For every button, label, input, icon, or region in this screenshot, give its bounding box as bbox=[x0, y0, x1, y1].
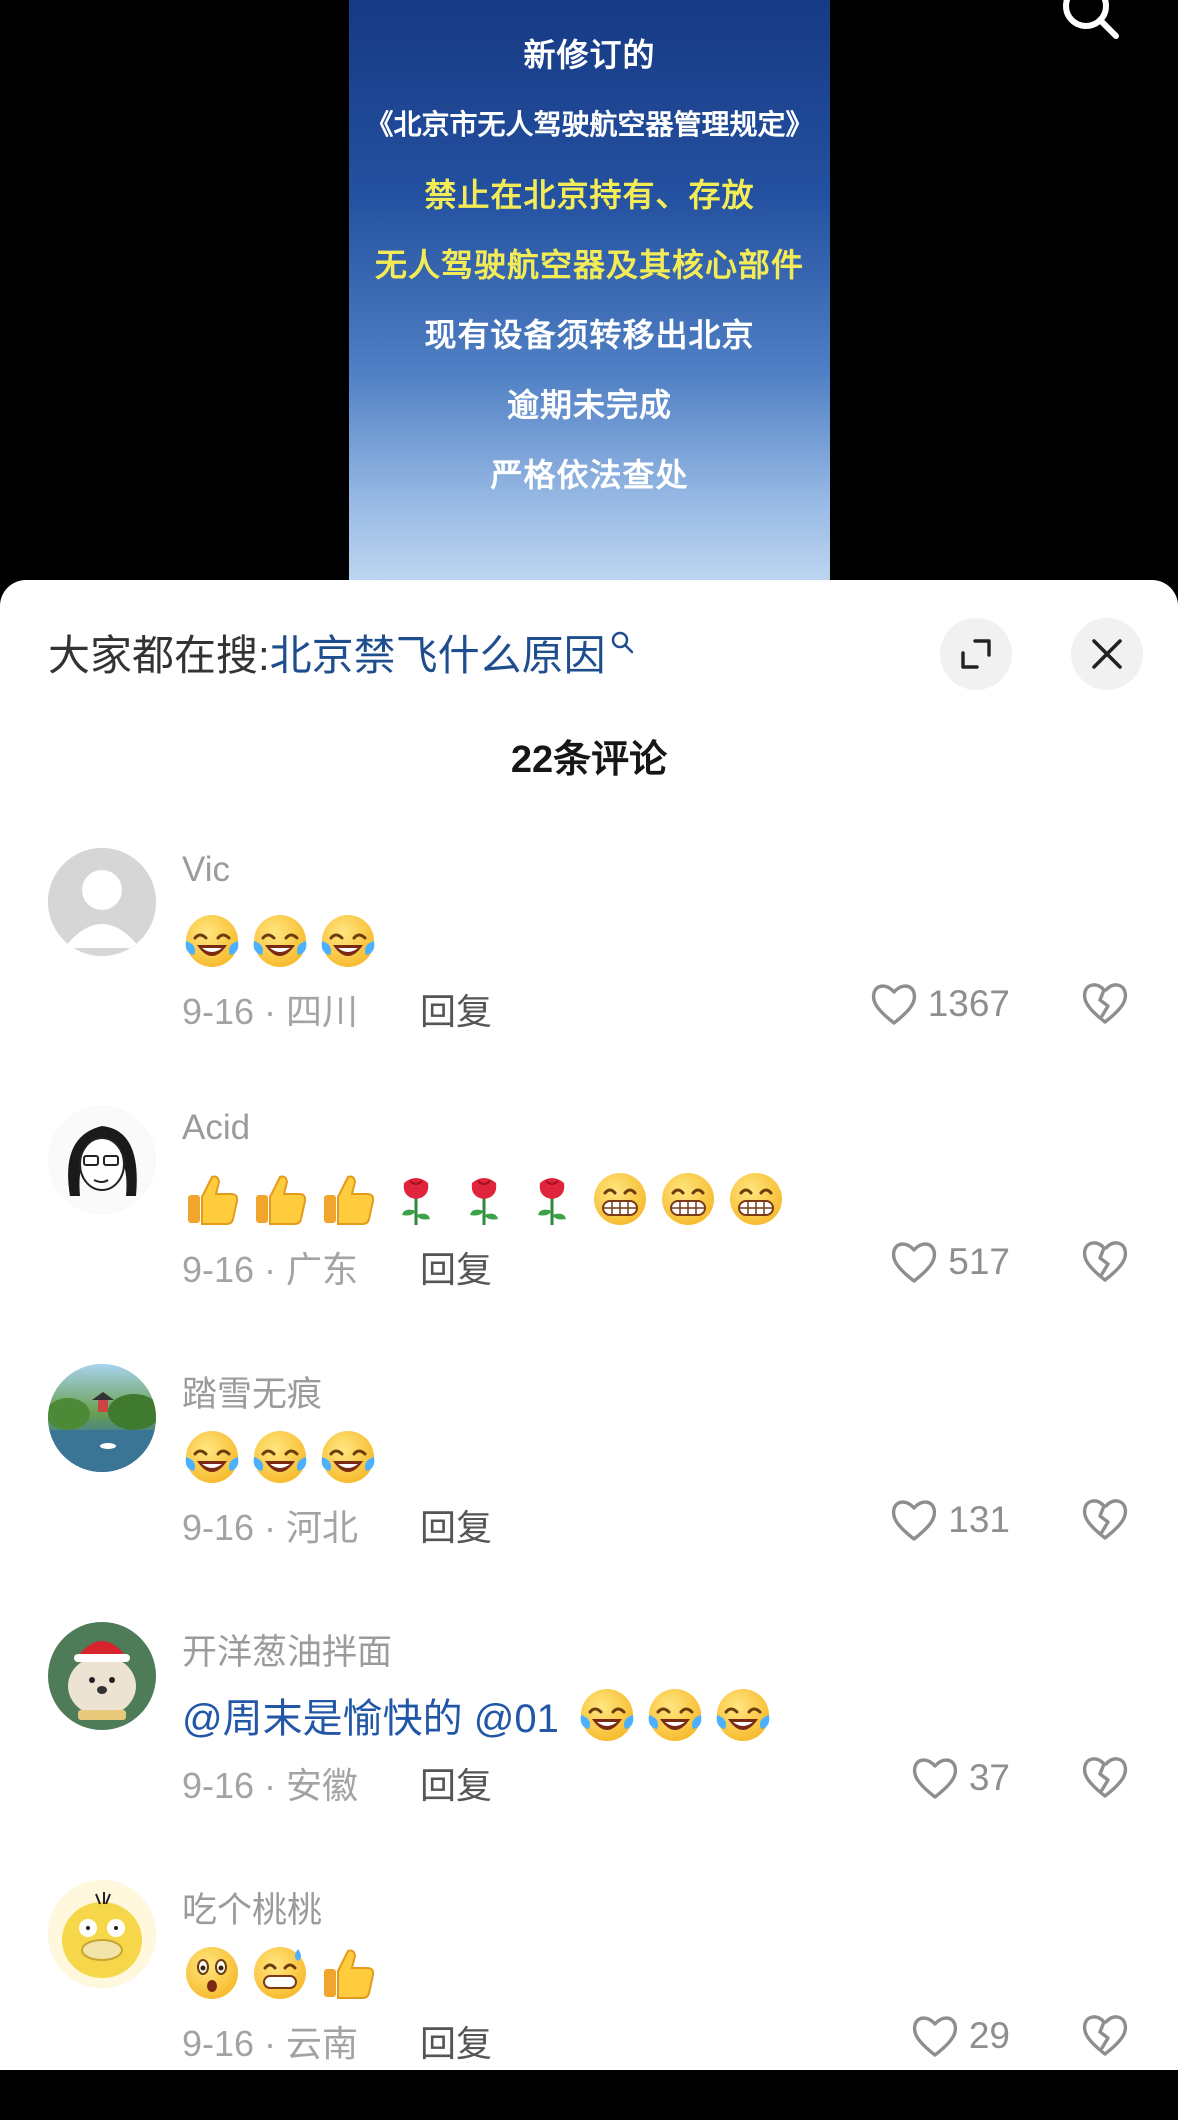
laugh-cry-emoji-icon bbox=[185, 1431, 239, 1483]
like-button[interactable]: 1367 bbox=[870, 978, 1010, 1030]
close-button[interactable] bbox=[1071, 618, 1143, 690]
hot-search-bar[interactable]: 大家都在搜:北京禁飞什么原因 bbox=[48, 628, 634, 684]
expand-button[interactable] bbox=[940, 618, 1012, 690]
like-count: 37 bbox=[968, 1757, 1010, 1798]
like-button[interactable]: 131 bbox=[890, 1494, 1010, 1546]
comment-body: @周末是愉快的 @01 bbox=[182, 1680, 773, 1750]
comment-meta: 9-16 · 云南 bbox=[182, 2023, 359, 2064]
comment-body bbox=[182, 1938, 378, 2008]
laugh-cry-emoji-icon bbox=[253, 1431, 307, 1483]
hot-search-term[interactable]: 北京禁飞什么原因 bbox=[270, 632, 606, 679]
close-icon bbox=[1092, 639, 1122, 669]
laugh-cry-emoji-icon bbox=[185, 915, 239, 967]
comment-author[interactable]: Acid bbox=[182, 1108, 250, 1148]
poster-line: 新修订的 bbox=[523, 36, 656, 74]
comment-meta: 9-16 · 河北 bbox=[182, 1507, 359, 1548]
broken-heart-icon[interactable] bbox=[1080, 978, 1130, 1028]
thumbs-up-emoji-icon bbox=[324, 1949, 375, 1999]
video-player[interactable]: 新修订的 《北京市无人驾驶航空器管理规定》 禁止在北京持有、存放 无人驾驶航空器… bbox=[0, 0, 1178, 600]
reply-button[interactable]: 回复 bbox=[420, 1757, 492, 1809]
avatar[interactable] bbox=[48, 1106, 156, 1214]
heart-icon bbox=[912, 1758, 957, 1799]
laugh-cry-emoji-icon bbox=[580, 1689, 634, 1741]
comment-meta: 9-16 · 四川 bbox=[182, 991, 359, 1032]
avatar[interactable] bbox=[48, 1364, 156, 1472]
avatar[interactable] bbox=[48, 1622, 156, 1730]
broken-heart-icon[interactable] bbox=[1080, 1494, 1130, 1544]
avatar[interactable] bbox=[48, 1880, 156, 1988]
comment-item[interactable]: 吃个桃桃 9-16 · 云南 回复 29 bbox=[0, 1880, 1178, 2120]
thumbs-up-emoji-icon bbox=[324, 1175, 375, 1225]
comment-count: 22条评论 bbox=[510, 739, 668, 781]
poster-line: 无人驾驶航空器及其核心部件 bbox=[374, 246, 804, 284]
grin-emoji-icon bbox=[730, 1173, 782, 1225]
hot-search-label: 大家都在搜: bbox=[48, 632, 270, 679]
comment-item[interactable]: 踏雪无痕 9-16 · 河北 回复 131 bbox=[0, 1364, 1178, 1604]
poster-line: 现有设备须转移出北京 bbox=[424, 316, 755, 354]
comment-author[interactable]: Vic bbox=[182, 850, 230, 890]
reply-button[interactable]: 回复 bbox=[420, 983, 492, 1035]
laugh-cry-emoji-icon bbox=[716, 1689, 770, 1741]
video-poster: 新修订的 《北京市无人驾驶航空器管理规定》 禁止在北京持有、存放 无人驾驶航空器… bbox=[349, 0, 830, 600]
thumbs-up-emoji-icon bbox=[188, 1175, 239, 1225]
laugh-cry-emoji-icon bbox=[648, 1689, 702, 1741]
heart-icon bbox=[871, 984, 916, 1025]
heart-icon bbox=[912, 2016, 957, 2057]
broken-heart-icon[interactable] bbox=[1080, 1752, 1130, 1802]
landscape-avatar-icon bbox=[48, 1364, 156, 1472]
broken-heart-icon[interactable] bbox=[1080, 2010, 1130, 2060]
search-icon bbox=[611, 631, 633, 654]
comment-body bbox=[182, 1422, 378, 1492]
comment-item[interactable]: 开洋葱油拌面 @周末是愉快的 @01 9-16 · 安徽 回复 37 bbox=[0, 1622, 1178, 1862]
comment-meta: 9-16 · 安徽 bbox=[182, 1765, 359, 1806]
rose-emoji-icon bbox=[538, 1178, 566, 1225]
like-button[interactable]: 29 bbox=[911, 2010, 1010, 2062]
laugh-cry-emoji-icon bbox=[321, 1431, 375, 1483]
like-count: 131 bbox=[948, 1499, 1010, 1540]
like-count: 29 bbox=[968, 2015, 1010, 2056]
grin-emoji-icon bbox=[662, 1173, 714, 1225]
like-button[interactable]: 37 bbox=[911, 1752, 1010, 1804]
reply-button[interactable]: 回复 bbox=[420, 1499, 492, 1551]
reply-button[interactable]: 回复 bbox=[420, 2015, 492, 2067]
sweat-grin-emoji-icon bbox=[254, 1947, 306, 1999]
grin-emoji-icon bbox=[594, 1173, 646, 1225]
surprised-emoji-icon bbox=[186, 1947, 238, 1999]
comment-body bbox=[182, 1164, 786, 1234]
like-count: 517 bbox=[948, 1241, 1010, 1282]
comment-author[interactable]: 开洋葱油拌面 bbox=[182, 1624, 392, 1675]
comment-author[interactable]: 踏雪无痕 bbox=[182, 1366, 322, 1417]
like-button[interactable]: 517 bbox=[890, 1236, 1010, 1288]
christmas-dog-avatar-icon bbox=[48, 1622, 156, 1730]
laugh-cry-emoji-icon bbox=[253, 915, 307, 967]
comment-mention[interactable]: @周末是愉快的 @01 bbox=[182, 1686, 559, 1744]
heart-icon bbox=[892, 1242, 937, 1283]
poster-line: 《北京市无人驾驶航空器管理规定》 bbox=[365, 108, 814, 141]
comment-item[interactable]: Acid 9-16 · 广东 回复 517 bbox=[0, 1106, 1178, 1346]
poster-line: 严格依法查处 bbox=[490, 456, 689, 494]
rose-emoji-icon bbox=[470, 1178, 498, 1225]
comment-item[interactable]: Vic 9-16 · 四川 回复 1367 bbox=[0, 848, 1178, 1088]
thumbs-up-emoji-icon bbox=[256, 1175, 307, 1225]
poster-line: 禁止在北京持有、存放 bbox=[424, 176, 755, 214]
yellow-duck-avatar-icon bbox=[48, 1880, 156, 1988]
avatar[interactable] bbox=[48, 848, 156, 956]
sketch-girl-avatar-icon bbox=[48, 1106, 156, 1214]
like-count: 1367 bbox=[927, 983, 1010, 1024]
expand-icon bbox=[961, 639, 991, 669]
heart-icon bbox=[892, 1500, 937, 1541]
broken-heart-icon[interactable] bbox=[1080, 1236, 1130, 1286]
default-avatar-icon bbox=[48, 848, 156, 956]
comment-body bbox=[182, 906, 378, 976]
laugh-cry-emoji-icon bbox=[321, 915, 375, 967]
comment-meta: 9-16 · 广东 bbox=[182, 1249, 359, 1290]
poster-line: 逾期未完成 bbox=[506, 386, 672, 424]
rose-emoji-icon bbox=[402, 1178, 430, 1225]
search-icon[interactable] bbox=[1060, 0, 1120, 44]
reply-button[interactable]: 回复 bbox=[420, 1241, 492, 1293]
comment-author[interactable]: 吃个桃桃 bbox=[182, 1882, 322, 1933]
